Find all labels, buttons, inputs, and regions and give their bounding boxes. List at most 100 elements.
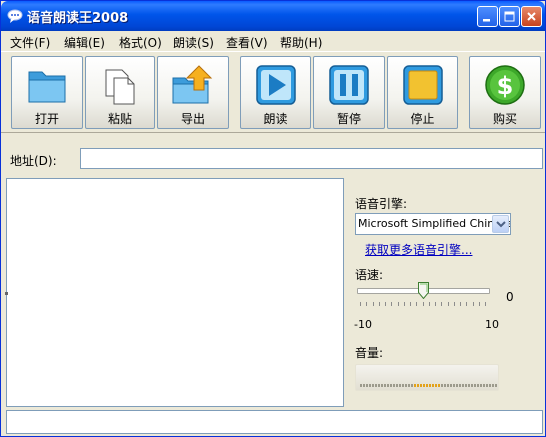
speed-value: 0: [506, 290, 514, 304]
volume-bar-segment: [459, 384, 461, 387]
slider-tick: [460, 302, 461, 306]
slider-tick: [385, 302, 386, 306]
paste-icon: [105, 69, 135, 105]
maximize-icon: [504, 11, 515, 22]
close-icon: [527, 12, 536, 21]
menu-view[interactable]: 查看(V): [226, 34, 268, 51]
title-bar[interactable]: 语音朗读王2008: [1, 1, 545, 31]
volume-bar-segment: [477, 384, 479, 387]
menu-help[interactable]: 帮助(H): [280, 34, 322, 51]
read-label: 朗读: [263, 112, 288, 126]
volume-bar-segment: [411, 384, 413, 387]
menu-read[interactable]: 朗读(S): [173, 34, 214, 51]
volume-bar-segment: [468, 384, 470, 387]
volume-bar-segment: [435, 384, 437, 387]
volume-bar-segment: [390, 384, 392, 387]
volume-bar-segment: [492, 384, 494, 387]
volume-bar-segment: [486, 384, 488, 387]
volume-control[interactable]: [355, 364, 499, 391]
volume-bar-segment: [375, 384, 377, 387]
slider-tick: [422, 302, 424, 306]
slider-tick: [391, 302, 393, 306]
pause-button[interactable]: 暂停: [313, 56, 385, 129]
chevron-down-icon: [496, 221, 506, 228]
window-title: 语音朗读王2008: [27, 11, 129, 26]
volume-bar-segment: [402, 384, 404, 387]
menu-file[interactable]: 文件(F): [10, 34, 50, 51]
speed-slider-ticks: [355, 302, 492, 308]
slider-tick: [485, 302, 486, 306]
menu-edit[interactable]: 编辑(E): [64, 34, 105, 51]
voice-settings-panel: 语音引擎: Microsoft Simplified Chinese 获取更多语…: [345, 178, 543, 407]
slider-tick: [416, 302, 418, 306]
open-button[interactable]: 打开: [11, 56, 83, 129]
slider-tick: [453, 302, 455, 306]
text-area[interactable]: [6, 178, 344, 407]
volume-bar-segment: [429, 384, 431, 387]
slider-tick: [366, 302, 368, 306]
export-label: 导出: [180, 112, 205, 126]
stop-label: 停止: [410, 112, 435, 126]
slider-tick: [403, 302, 405, 306]
close-button[interactable]: [521, 6, 542, 27]
volume-bar-segment: [441, 384, 443, 387]
paste-button[interactable]: 粘贴: [85, 56, 155, 129]
slider-tick: [372, 302, 374, 306]
volume-bar-segment: [420, 384, 422, 387]
menu-format[interactable]: 格式(O): [119, 34, 162, 51]
svg-text:$: $: [497, 72, 514, 100]
slider-tick: [428, 302, 430, 306]
slider-tick: [397, 302, 399, 306]
slider-tick: [447, 302, 449, 306]
volume-bar-segment: [396, 384, 398, 387]
volume-bar-segment: [405, 384, 407, 387]
volume-bar-segment: [360, 384, 362, 387]
engine-select[interactable]: Microsoft Simplified Chinese: [355, 213, 511, 235]
slider-tick: [378, 302, 380, 306]
stop-button[interactable]: 停止: [387, 56, 458, 129]
buy-button[interactable]: $ 购买: [469, 56, 541, 129]
volume-bar-segment: [408, 384, 410, 387]
splitter-handle[interactable]: [5, 292, 8, 295]
volume-bar-segment: [414, 384, 416, 387]
minimize-icon: [483, 19, 490, 22]
export-button[interactable]: 导出: [157, 56, 229, 129]
slider-tick: [472, 302, 474, 306]
volume-bar-segment: [483, 384, 485, 387]
export-icon: [172, 65, 213, 104]
maximize-button[interactable]: [499, 6, 520, 27]
address-input[interactable]: [80, 148, 543, 169]
slider-tick: [466, 302, 468, 306]
folder-icon: [28, 71, 66, 103]
speed-slider[interactable]: [355, 282, 492, 303]
volume-bar-segment: [453, 384, 455, 387]
status-bar: [6, 410, 543, 434]
volume-bar-segment: [423, 384, 425, 387]
volume-bar-segment: [378, 384, 380, 387]
minimize-button[interactable]: [477, 6, 498, 27]
slider-tick: [435, 302, 436, 306]
menu-bar: 文件(F) 编辑(E) 格式(O) 朗读(S) 查看(V) 帮助(H): [1, 31, 545, 51]
volume-bar-segment: [462, 384, 464, 387]
slider-tick: [360, 302, 361, 306]
volume-bar-segment: [465, 384, 467, 387]
read-button[interactable]: 朗读: [240, 56, 311, 129]
more-engines-link[interactable]: 获取更多语音引擎...: [365, 241, 472, 258]
volume-bar-segment: [381, 384, 383, 387]
volume-bar-segment: [447, 384, 449, 387]
volume-bar-segment: [438, 384, 440, 387]
pause-label: 暂停: [336, 112, 361, 126]
speed-min-label: -10: [354, 318, 372, 331]
dollar-icon: $: [485, 65, 525, 105]
volume-bar-segment: [450, 384, 452, 387]
stop-icon: [402, 65, 443, 105]
speed-label: 语速:: [355, 268, 384, 282]
speed-slider-thumb[interactable]: [418, 282, 429, 299]
dropdown-button[interactable]: [492, 215, 509, 233]
toolbar: 打开 粘贴 导出 朗读 暂停 停止 $ 购买: [1, 51, 545, 133]
volume-bar-segment: [489, 384, 491, 387]
pause-icon: [329, 65, 369, 105]
volume-bar-segment: [369, 384, 371, 387]
volume-label: 音量:: [355, 346, 384, 360]
volume-bar-segment: [393, 384, 395, 387]
